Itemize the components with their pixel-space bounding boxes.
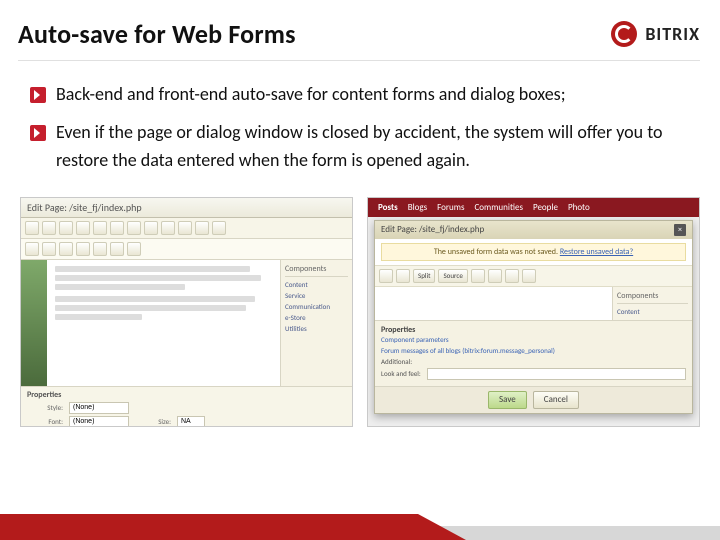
slide-footer-decor <box>0 500 720 540</box>
size-label: Size: <box>135 417 171 426</box>
restore-link[interactable]: Restore unsaved data? <box>560 247 633 257</box>
component-item[interactable]: Service <box>285 290 348 301</box>
screenshot-frontend-editor: Posts Blogs Forums Communities People Ph… <box>367 197 700 427</box>
font-select[interactable] <box>69 416 129 427</box>
format-toolbar <box>21 239 352 260</box>
toolbar-button[interactable] <box>178 221 192 235</box>
dialog-main: Components Content Service Communication… <box>375 287 692 320</box>
nav-item[interactable]: Forums <box>437 202 464 213</box>
style-select[interactable] <box>69 402 129 414</box>
toolbar-button[interactable] <box>25 221 39 235</box>
bullet-list: Back-end and front-end auto-save for con… <box>0 71 720 193</box>
properties-heading: Properties <box>27 390 346 400</box>
edit-dialog: Edit Page: /site_fj/index.php × The unsa… <box>374 220 693 414</box>
dialog-toolbar: Split Source <box>375 265 692 287</box>
component-item[interactable]: Communication <box>285 301 348 312</box>
toolbar-button[interactable] <box>93 242 107 256</box>
save-button[interactable]: Save <box>488 391 527 409</box>
additional-label: Additional: <box>381 357 412 366</box>
dialog-title: Edit Page: /site_fj/index.php <box>381 224 484 235</box>
component-item[interactable]: Content <box>285 279 348 290</box>
toolbar-button[interactable] <box>161 221 175 235</box>
content-canvas[interactable] <box>375 287 612 320</box>
arrow-icon <box>30 87 46 103</box>
nav-item[interactable]: Photo <box>568 202 590 213</box>
bold-button[interactable] <box>25 242 39 256</box>
bullet-text: Back-end and front-end auto-save for con… <box>56 81 566 109</box>
toolbar-button[interactable] <box>59 221 73 235</box>
look-input[interactable] <box>427 368 686 380</box>
component-item[interactable]: e-Store <box>285 312 348 323</box>
slide: Auto-save for Web Forms BITRIX Back-end … <box>0 0 720 540</box>
brand-name: BITRIX <box>645 23 700 45</box>
content-area[interactable] <box>47 260 280 386</box>
divider <box>18 60 700 61</box>
toolbar-button[interactable] <box>488 269 502 283</box>
italic-button[interactable] <box>42 242 56 256</box>
toolbar-button[interactable] <box>110 221 124 235</box>
screenshot-backend-editor: Edit Page: /site_fj/index.php <box>20 197 353 427</box>
component-item[interactable]: Utilities <box>285 323 348 334</box>
nav-item[interactable]: People <box>533 202 558 213</box>
components-panel: Components Content Service Communication… <box>280 260 352 386</box>
look-label: Look and feel: <box>381 369 421 378</box>
restore-notice: The unsaved form data was not saved. Res… <box>381 243 686 261</box>
nav-item[interactable]: Blogs <box>408 202 427 213</box>
underline-button[interactable] <box>59 242 73 256</box>
toolbar-button[interactable] <box>76 221 90 235</box>
toolbar <box>21 218 352 239</box>
left-gutter <box>21 260 47 386</box>
components-panel: Components Content Service Communication… <box>612 287 692 320</box>
properties-heading: Properties <box>381 325 686 335</box>
page-title: Auto-save for Web Forms <box>18 18 296 50</box>
bullet-item: Even if the page or dialog window is clo… <box>30 119 690 175</box>
tab-source[interactable]: Source <box>438 269 467 283</box>
close-icon[interactable]: × <box>674 224 686 236</box>
dialog-footer: Save Cancel <box>375 386 692 413</box>
toolbar-button[interactable] <box>505 269 519 283</box>
properties-panel: Properties Component parameters Forum me… <box>375 320 692 386</box>
components-heading: Components <box>285 264 348 277</box>
editor-body: Components Content Service Communication… <box>21 260 352 386</box>
props-subtitle: Component parameters <box>381 335 686 344</box>
cancel-button[interactable]: Cancel <box>533 391 579 409</box>
toolbar-button[interactable] <box>144 221 158 235</box>
toolbar-button[interactable] <box>396 269 410 283</box>
props-component-name: Forum messages of all blogs (bitrix:foru… <box>381 346 686 355</box>
toolbar-button[interactable] <box>127 242 141 256</box>
components-heading: Components <box>617 291 688 304</box>
screenshots-row: Edit Page: /site_fj/index.php <box>0 193 720 427</box>
window-title: Edit Page: /site_fj/index.php <box>21 198 352 218</box>
toolbar-button[interactable] <box>127 221 141 235</box>
style-label: Style: <box>27 403 63 412</box>
toolbar-button[interactable] <box>195 221 209 235</box>
toolbar-button[interactable] <box>522 269 536 283</box>
bitrix-spinner-icon <box>611 21 637 47</box>
dialog-titlebar: Edit Page: /site_fj/index.php × <box>375 221 692 239</box>
tab-split[interactable]: Split <box>413 269 435 283</box>
properties-panel: Properties Style: Font: Size: <box>21 386 352 427</box>
toolbar-button[interactable] <box>42 221 56 235</box>
bullet-text: Even if the page or dialog window is clo… <box>56 119 690 175</box>
toolbar-button[interactable] <box>110 242 124 256</box>
bullet-item: Back-end and front-end auto-save for con… <box>30 81 690 109</box>
toolbar-button[interactable] <box>379 269 393 283</box>
nav-item[interactable]: Communities <box>475 202 523 213</box>
component-item[interactable]: Content <box>617 306 688 317</box>
notice-text: The unsaved form data was not saved. <box>434 247 560 257</box>
size-input[interactable] <box>177 416 205 427</box>
toolbar-button[interactable] <box>212 221 226 235</box>
toolbar-button[interactable] <box>93 221 107 235</box>
toolbar-button[interactable] <box>76 242 90 256</box>
brand-logo: BITRIX <box>611 21 700 47</box>
nav-item[interactable]: Posts <box>378 202 398 213</box>
site-nav: Posts Blogs Forums Communities People Ph… <box>368 198 699 217</box>
arrow-icon <box>30 125 46 141</box>
header: Auto-save for Web Forms BITRIX <box>0 0 720 54</box>
toolbar-button[interactable] <box>471 269 485 283</box>
font-label: Font: <box>27 417 63 426</box>
